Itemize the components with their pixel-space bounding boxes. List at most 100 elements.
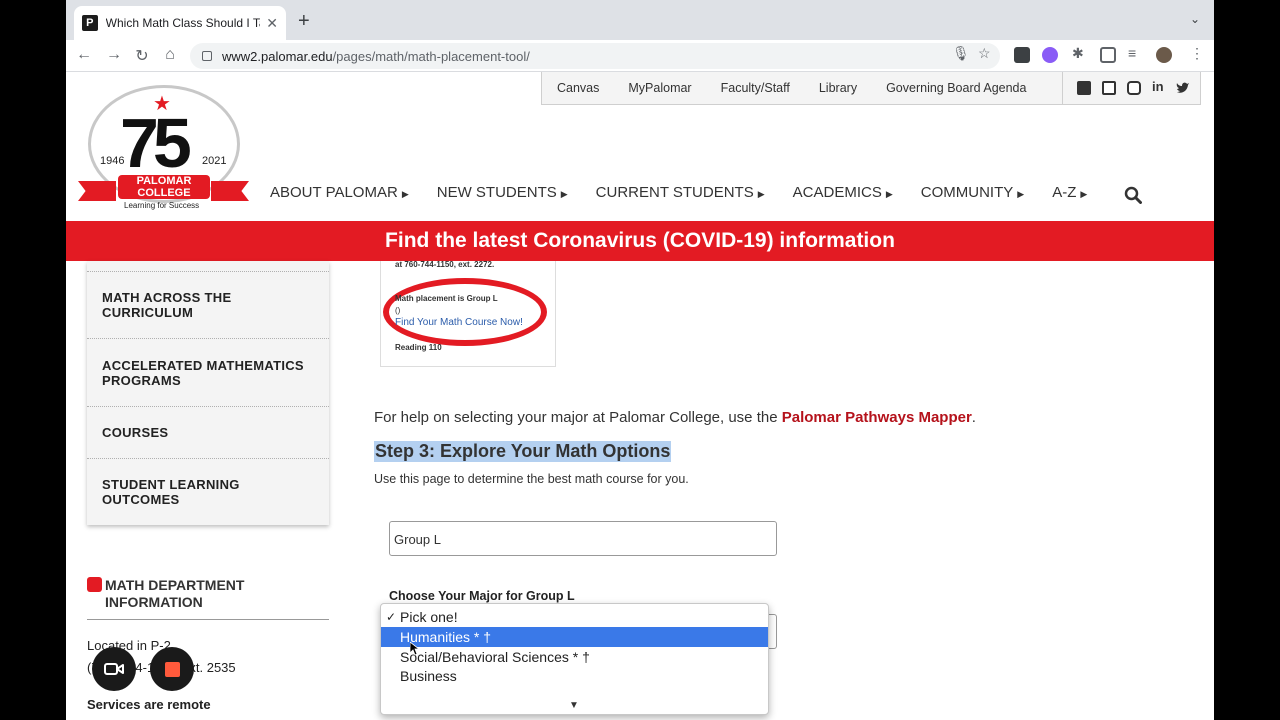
facebook-icon[interactable] bbox=[1077, 81, 1091, 95]
util-link-governing-board[interactable]: Governing Board Agenda bbox=[886, 81, 1026, 95]
red-square-icon bbox=[87, 577, 102, 592]
option-humanities[interactable]: Humanities * † bbox=[381, 627, 768, 647]
nav-label: NEW STUDENTS bbox=[436, 184, 557, 201]
forward-icon[interactable]: → bbox=[104, 46, 124, 64]
reload-icon[interactable]: ↻ bbox=[132, 46, 152, 66]
home-icon[interactable]: ⌂ bbox=[160, 46, 180, 64]
palomar-favicon-icon: P bbox=[82, 15, 98, 31]
logo-ribbon: PALOMAR COLLEGE bbox=[76, 175, 251, 203]
option-label: Social/Behavioral Sciences * † bbox=[400, 649, 590, 665]
caret-right-icon: ▶ bbox=[757, 189, 765, 199]
scroll-down-arrow-icon[interactable]: ▼ bbox=[569, 700, 579, 711]
avatar[interactable] bbox=[1156, 47, 1172, 63]
util-link-mypalomar[interactable]: MyPalomar bbox=[628, 81, 691, 95]
new-tab-button[interactable]: + bbox=[298, 10, 310, 33]
dept-title: MATH DEPARTMENT INFORMATION bbox=[105, 577, 245, 610]
thumb-find-course-link: Find Your Math Course Now! bbox=[395, 317, 523, 328]
help-suffix: . bbox=[971, 409, 976, 426]
option-social-behavioral-sciences[interactable]: Social/Behavioral Sciences * † bbox=[381, 647, 768, 667]
camera-toggle-button[interactable] bbox=[92, 647, 136, 691]
caret-right-icon: ▶ bbox=[401, 189, 409, 199]
lock-icon bbox=[202, 51, 212, 61]
flickr-icon[interactable] bbox=[1102, 81, 1116, 95]
util-link-library[interactable]: Library bbox=[819, 81, 857, 95]
nav-a-z[interactable]: A-Z ▶ bbox=[1052, 184, 1087, 201]
twitter-icon[interactable] bbox=[1176, 81, 1190, 95]
sidebar-item-student-learning-outcomes[interactable]: STUDENT LEARNING OUTCOMES bbox=[87, 458, 329, 525]
pathways-help-text: For help on selecting your major at Palo… bbox=[374, 409, 976, 426]
tab-bar: P Which Math Class Should I Take ✕ + ⌄ bbox=[66, 0, 1214, 40]
stop-recording-button[interactable] bbox=[150, 647, 194, 691]
browser-tab[interactable]: P Which Math Class Should I Take ✕ bbox=[74, 6, 286, 40]
caret-right-icon: ▶ bbox=[1080, 189, 1088, 199]
caret-right-icon: ▶ bbox=[560, 189, 568, 199]
nav-label: COMMUNITY bbox=[920, 184, 1014, 201]
sidebar-nav: MATH ACROSS THE CURRICULUM ACCELERATED M… bbox=[87, 261, 329, 525]
address-bar[interactable]: www2.palomar.edu/pages/math/math-placeme… bbox=[190, 43, 1000, 69]
choose-major-label: Choose Your Major for Group L bbox=[389, 589, 575, 603]
tab-search-chevron-icon[interactable]: ⌄ bbox=[1190, 12, 1200, 26]
nav-label: CURRENT STUDENTS bbox=[595, 184, 754, 201]
media-control-icon[interactable]: ≡ bbox=[1128, 45, 1136, 61]
pathways-mapper-link[interactable]: Palomar Pathways Mapper bbox=[782, 409, 972, 426]
logo-year-end: 2021 bbox=[202, 155, 227, 167]
browser-toolbar: ← → ↻ ⌂ www2.palomar.edu/pages/math/math… bbox=[66, 40, 1214, 72]
help-prefix: For help on selecting your major at Palo… bbox=[374, 409, 782, 426]
step-3-description: Use this page to determine the best math… bbox=[374, 472, 689, 486]
close-tab-icon[interactable]: ✕ bbox=[266, 15, 278, 32]
extension-icon[interactable] bbox=[1042, 47, 1058, 63]
sidebar-item-label: COURSES bbox=[102, 425, 169, 440]
dept-info-heading: MATH DEPARTMENT INFORMATION bbox=[87, 577, 329, 620]
option-label: Pick one! bbox=[400, 609, 458, 625]
nav-label: A-Z bbox=[1052, 184, 1077, 201]
search-icon[interactable] bbox=[1124, 186, 1142, 204]
bookmark-star-icon[interactable]: ☆ bbox=[978, 45, 991, 62]
caret-right-icon: ▶ bbox=[885, 189, 893, 199]
video-camera-icon bbox=[104, 663, 124, 675]
stop-icon bbox=[164, 661, 180, 677]
option-business[interactable]: Business bbox=[381, 666, 768, 686]
instagram-icon[interactable] bbox=[1127, 81, 1141, 95]
sidebar-item-math-across-curriculum[interactable]: MATH ACROSS THE CURRICULUM bbox=[87, 271, 329, 338]
tab-title: Which Math Class Should I Take bbox=[105, 16, 261, 30]
nav-current-students[interactable]: CURRENT STUDENTS ▶ bbox=[596, 184, 765, 201]
red-circle-annotation bbox=[383, 278, 547, 346]
palomar-75-logo[interactable]: ★ 75 1946 2021 PALOMAR COLLEGE Learning … bbox=[76, 83, 251, 213]
nav-community[interactable]: COMMUNITY ▶ bbox=[921, 184, 1024, 201]
group-field[interactable]: Group L bbox=[389, 521, 777, 556]
browser-window: P Which Math Class Should I Take ✕ + ⌄ ←… bbox=[66, 0, 1214, 720]
back-icon[interactable]: ← bbox=[74, 46, 94, 64]
main-nav: ABOUT PALOMAR ▶ NEW STUDENTS ▶ CURRENT STU… bbox=[270, 184, 1115, 201]
kebab-menu-icon[interactable]: ⋮ bbox=[1190, 45, 1204, 62]
nav-about-palomar[interactable]: ABOUT PALOMAR ▶ bbox=[270, 184, 409, 201]
thumb-top-text: at 760-744-1150, ext. 2272. bbox=[395, 260, 495, 269]
nav-label: ACADEMICS bbox=[792, 184, 882, 201]
util-link-faculty-staff[interactable]: Faculty/Staff bbox=[721, 81, 790, 95]
url-path: /pages/math/math-placement-tool/ bbox=[332, 48, 530, 64]
covid-banner[interactable]: Find the latest Coronavirus (COVID-19) i… bbox=[66, 221, 1214, 261]
major-dropdown-list: ✓ Pick one! Humanities * † Social/Behavio… bbox=[380, 603, 769, 715]
sidebar-item-accelerated-math[interactable]: ACCELERATED MATHEMATICS PROGRAMS bbox=[87, 338, 329, 406]
sidebar-item-label: ACCELERATED MATHEMATICS PROGRAMS bbox=[102, 357, 304, 388]
placement-example-image: at 760-744-1150, ext. 2272. Math placeme… bbox=[380, 260, 556, 367]
caret-right-icon: ▶ bbox=[1017, 189, 1025, 199]
option-pick-one[interactable]: ✓ Pick one! bbox=[381, 607, 768, 627]
thumb-placement-text: Math placement is Group L bbox=[395, 294, 498, 303]
thumb-bottom-text: Reading 110 bbox=[395, 343, 442, 352]
thumb-paren: () bbox=[395, 306, 401, 315]
option-label: Business bbox=[400, 668, 457, 684]
microphone-icon[interactable]: 🎙 bbox=[952, 45, 970, 62]
linkedin-icon[interactable]: in bbox=[1152, 79, 1166, 94]
mouse-cursor-icon bbox=[410, 642, 420, 656]
nav-academics[interactable]: ACADEMICS ▶ bbox=[793, 184, 893, 201]
logo-number: 75 bbox=[120, 104, 192, 182]
cast-icon[interactable] bbox=[1100, 47, 1116, 63]
dept-services: Services are remote bbox=[87, 697, 211, 712]
extension-icon[interactable] bbox=[1014, 47, 1030, 63]
ribbon-banner: PALOMAR COLLEGE bbox=[118, 175, 210, 199]
logo-name-line1: PALOMAR bbox=[136, 175, 192, 187]
puzzle-icon[interactable]: ✱ bbox=[1072, 45, 1084, 62]
util-link-canvas[interactable]: Canvas bbox=[557, 81, 599, 95]
nav-new-students[interactable]: NEW STUDENTS ▶ bbox=[437, 184, 568, 201]
sidebar-item-courses[interactable]: COURSES bbox=[87, 406, 329, 458]
